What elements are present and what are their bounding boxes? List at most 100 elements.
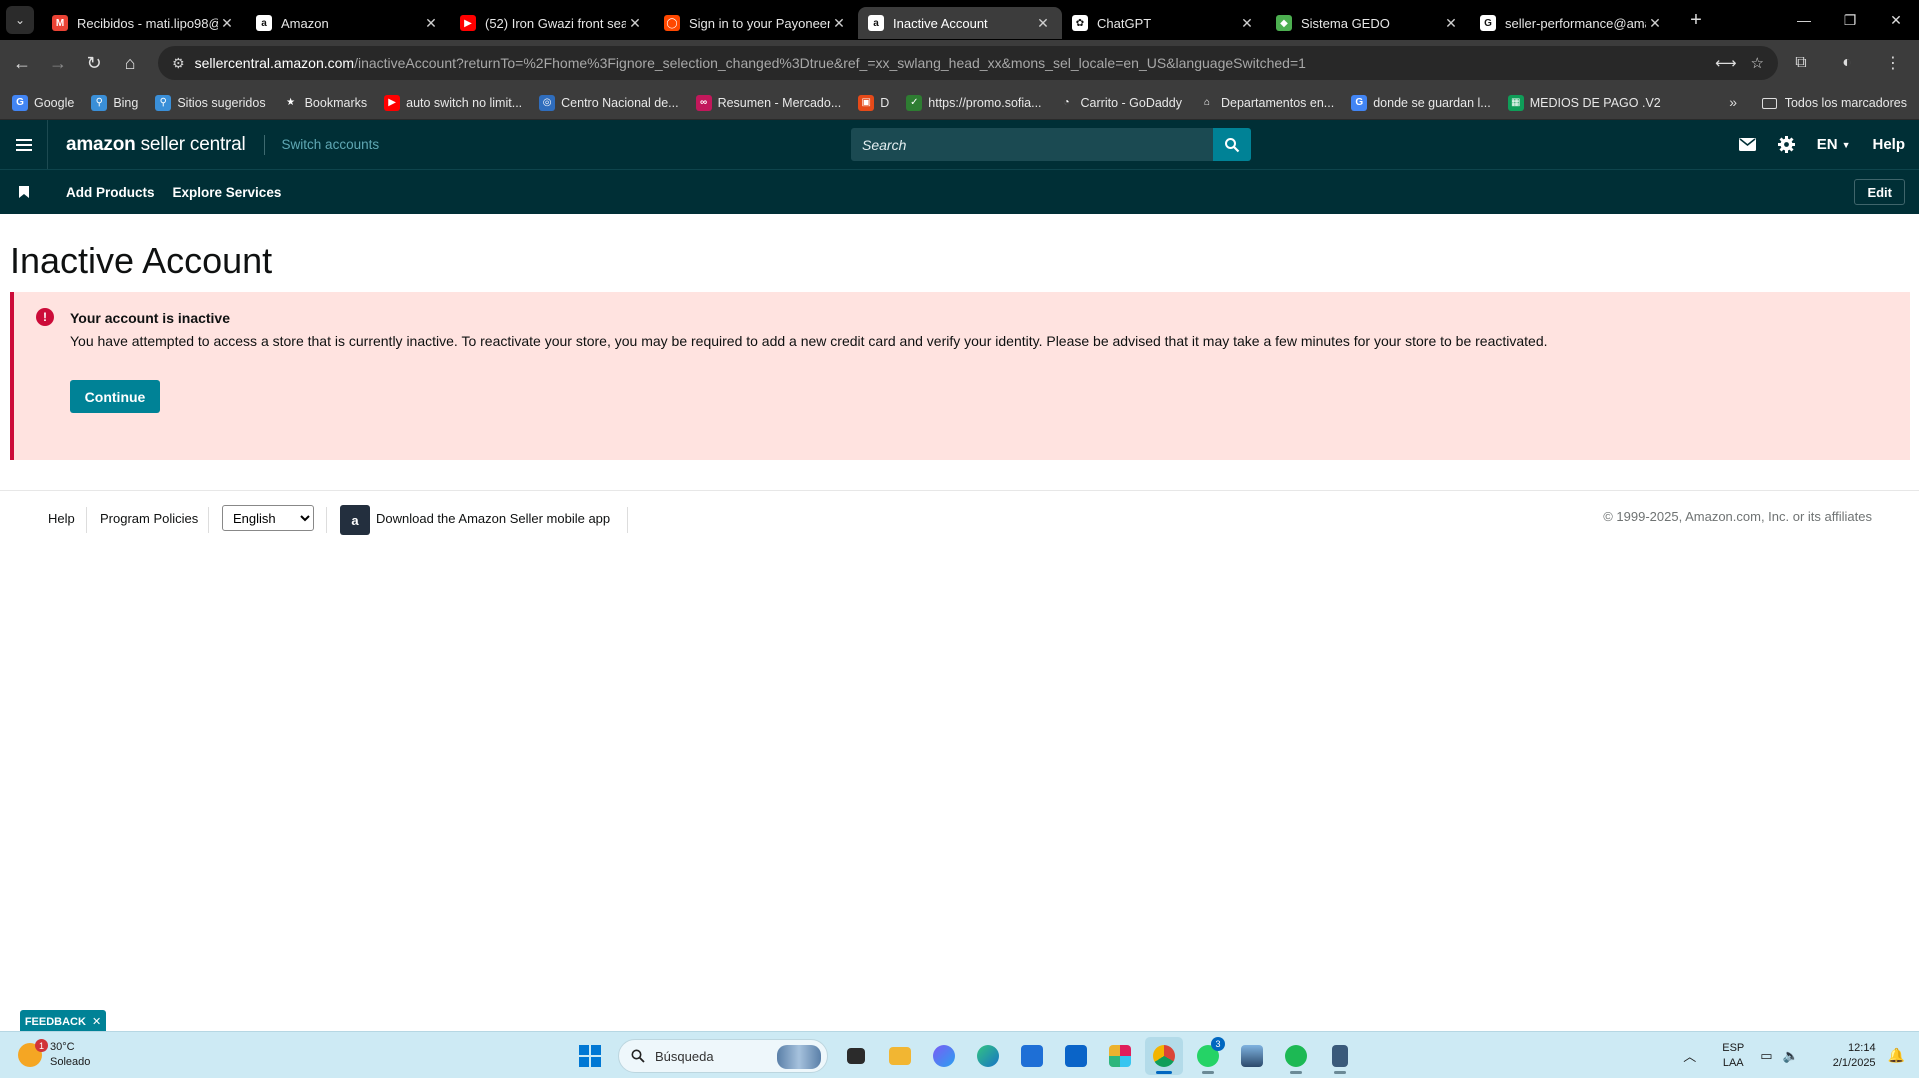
messages-button[interactable] xyxy=(1738,138,1756,151)
browser-tab[interactable]: ◆ Sistema GEDO ✕ xyxy=(1266,7,1470,39)
whatsapp-button[interactable]: 3 xyxy=(1189,1037,1227,1075)
error-alert: ! Your account is inactive You have atte… xyxy=(10,292,1910,460)
lang-line2: LAA xyxy=(1722,1056,1744,1069)
add-products-link[interactable]: Add Products xyxy=(66,185,155,200)
taskbar-search[interactable]: Búsqueda xyxy=(618,1039,828,1073)
close-tab-icon[interactable]: ✕ xyxy=(1646,15,1664,32)
error-icon: ! xyxy=(36,308,54,326)
bookmark-item[interactable]: ▶ auto switch no limit... xyxy=(384,94,522,111)
browser-tab[interactable]: ✿ ChatGPT ✕ xyxy=(1062,7,1266,39)
whatsapp-badge: 3 xyxy=(1211,1037,1225,1051)
bookmark-star-icon[interactable]: ☆ xyxy=(1751,54,1764,72)
spotify-button[interactable] xyxy=(1277,1037,1315,1075)
more-bookmarks-icon[interactable]: » xyxy=(1729,94,1737,110)
edit-button[interactable]: Edit xyxy=(1854,179,1905,205)
bookmark-item[interactable]: G Google xyxy=(12,94,74,111)
bookmark-item[interactable]: ⚲ Bing xyxy=(91,94,138,111)
weather-widget[interactable]: 1 30°C Soleado xyxy=(18,1039,90,1070)
close-tab-icon[interactable]: ✕ xyxy=(1238,15,1256,32)
restore-icon[interactable]: ❐ xyxy=(1827,0,1873,40)
chevron-up-icon[interactable]: ︿ xyxy=(1683,1046,1696,1065)
switch-accounts-link[interactable]: Switch accounts xyxy=(282,137,380,152)
photos-button[interactable] xyxy=(1233,1037,1271,1075)
close-tab-icon[interactable]: ✕ xyxy=(422,15,440,32)
network-volume-icons[interactable]: ▭🔈 xyxy=(1760,1048,1808,1064)
close-tab-icon[interactable]: ✕ xyxy=(626,15,644,32)
close-window-icon[interactable]: ✕ xyxy=(1873,0,1919,40)
feedback-tab[interactable]: FEEDBACK ✕ xyxy=(20,1010,106,1033)
close-tab-icon[interactable]: ✕ xyxy=(830,15,848,32)
tab-search-button[interactable]: ⌄ xyxy=(6,6,34,34)
outlook-button[interactable] xyxy=(1057,1037,1095,1075)
browser-tab[interactable]: M Recibidos - mati.lipo98@gmail.com✕ xyxy=(42,7,246,39)
forward-icon[interactable]: → xyxy=(40,45,76,81)
bookmark-item[interactable]: ▦ MEDIOS DE PAGO .V2 xyxy=(1507,94,1661,111)
tab-title: (52) Iron Gwazi front seat xyxy=(485,15,626,31)
bookmark-item[interactable]: ✓ https://promo.sofia... xyxy=(906,94,1042,111)
explore-services-link[interactable]: Explore Services xyxy=(173,185,282,200)
bookmark-item[interactable]: ⌂ Departamentos en... xyxy=(1198,94,1334,111)
new-tab-button[interactable]: + xyxy=(1684,9,1708,32)
browser-menu-icon[interactable]: ⋮ xyxy=(1875,45,1911,81)
address-bar[interactable]: ⚙ sellercentral.amazon.com/inactiveAccou… xyxy=(158,46,1778,80)
site-info-icon[interactable]: ⚙ xyxy=(172,55,185,72)
task-view-button[interactable] xyxy=(837,1037,875,1075)
footer-help-link[interactable]: Help xyxy=(48,511,75,526)
browser-tab[interactable]: a Inactive Account ✕ xyxy=(858,7,1062,39)
search-button[interactable] xyxy=(1213,128,1251,161)
close-tab-icon[interactable]: ✕ xyxy=(1034,15,1052,32)
file-explorer-button[interactable] xyxy=(881,1037,919,1075)
seller-central-logo[interactable]: amazon seller central xyxy=(66,134,246,156)
extensions-icon[interactable]: ⧉ xyxy=(1783,45,1819,81)
minimize-icon[interactable]: — xyxy=(1781,0,1827,40)
bookmark-item[interactable]: ∞ Resumen - Mercado... xyxy=(695,94,841,111)
input-language[interactable]: ESP LAA xyxy=(1722,1041,1744,1071)
browser-tab[interactable]: Gseller-performance@amazon.com✕ xyxy=(1470,7,1674,39)
search-input[interactable] xyxy=(851,128,1213,161)
bookmark-shape xyxy=(19,186,29,198)
bookmark-item[interactable]: ★ Bookmarks xyxy=(282,94,367,111)
clock-time: 12:14 xyxy=(1848,1041,1876,1054)
program-policies-link[interactable]: Program Policies xyxy=(100,511,198,526)
settings-button[interactable] xyxy=(1777,136,1795,153)
download-app-link[interactable]: Download the Amazon Seller mobile app xyxy=(376,511,610,526)
bookmark-item[interactable]: ▣ D xyxy=(858,94,889,111)
language-switcher[interactable]: EN ▼ xyxy=(1817,136,1851,153)
copilot-button[interactable] xyxy=(925,1037,963,1075)
profile-avatar[interactable]: ◐ xyxy=(1829,45,1865,81)
bookmark-icon[interactable] xyxy=(0,186,48,198)
close-icon[interactable]: ✕ xyxy=(92,1015,101,1028)
chrome-button[interactable] xyxy=(1145,1037,1183,1075)
hamburger-menu-icon[interactable] xyxy=(0,120,48,169)
all-bookmarks-button[interactable]: Todos los marcadores xyxy=(1761,86,1907,120)
browser-tab[interactable]: ▶ (52) Iron Gwazi front seat ✕ xyxy=(450,7,654,39)
clock[interactable]: 12:14 2/1/2025 xyxy=(1833,1041,1876,1071)
continue-button[interactable]: Continue xyxy=(70,380,160,413)
bookmark-item[interactable]: ◔ Carrito - GoDaddy xyxy=(1058,94,1182,111)
browser-tab[interactable]: ◯ Sign in to your Payoneer account✕ xyxy=(654,7,858,39)
language-select[interactable]: English xyxy=(222,505,314,531)
translate-icon[interactable]: ⟷ xyxy=(1715,54,1737,72)
bookmark-item[interactable]: Gdonde se guardan l... xyxy=(1351,94,1491,111)
help-link[interactable]: Help xyxy=(1872,136,1905,153)
bookmark-item[interactable]: ◎ Centro Nacional de... xyxy=(539,94,679,111)
bookmark-item[interactable]: ⚲ Sitios sugeridos xyxy=(155,94,266,111)
amazon-app-icon[interactable]: a xyxy=(340,505,370,535)
header-actions: EN ▼ Help xyxy=(1717,120,1905,169)
notification-bell-icon[interactable]: 🔔 xyxy=(1888,1047,1905,1064)
close-tab-icon[interactable]: ✕ xyxy=(218,15,236,32)
edge-button[interactable] xyxy=(969,1037,1007,1075)
footer-divider xyxy=(208,507,209,533)
close-tab-icon[interactable]: ✕ xyxy=(1442,15,1460,32)
start-button[interactable] xyxy=(571,1037,609,1075)
reload-icon[interactable]: ↻ xyxy=(76,45,112,81)
home-icon[interactable]: ⌂ xyxy=(112,45,148,81)
gedo-icon: ◆ xyxy=(1276,15,1292,31)
tab-title: ChatGPT xyxy=(1097,15,1152,31)
slack-button[interactable] xyxy=(1101,1037,1139,1075)
back-icon[interactable]: ← xyxy=(4,45,40,81)
calculator-button[interactable] xyxy=(1321,1037,1359,1075)
store-button[interactable] xyxy=(1013,1037,1051,1075)
browser-tab[interactable]: a Amazon ✕ xyxy=(246,7,450,39)
bookmark-label: MEDIOS DE PAGO .V2 xyxy=(1529,95,1661,110)
